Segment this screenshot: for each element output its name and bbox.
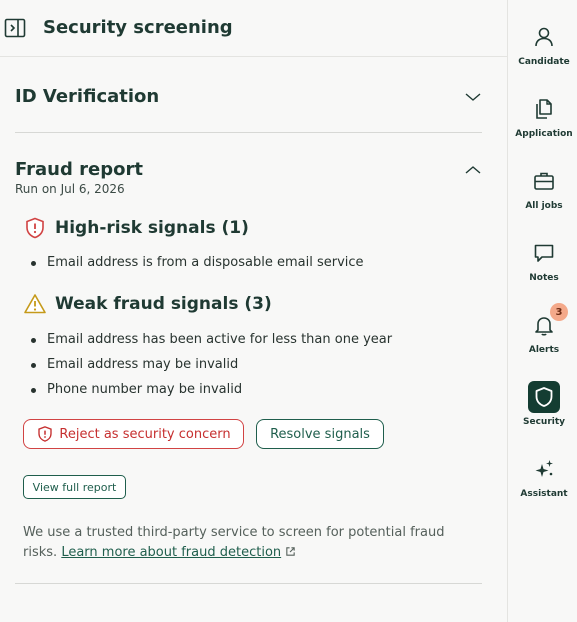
briefcase-icon xyxy=(528,165,560,197)
alerts-count-badge: 3 xyxy=(550,303,568,321)
weak-signals-title: Weak fraud signals (3) xyxy=(55,294,272,314)
rail-label: Assistant xyxy=(520,489,568,499)
main-panel: Security screening ID Verification Fraud… xyxy=(0,0,507,622)
fraud-report-toggle[interactable]: Fraud report xyxy=(15,159,482,180)
resolve-signals-button[interactable]: Resolve signals xyxy=(256,419,384,449)
weak-signal: Phone number may be invalid xyxy=(31,382,242,397)
weak-signal: Email address has been active for less t… xyxy=(31,332,392,347)
rail-item-security[interactable]: Security xyxy=(508,381,577,437)
chevron-down-icon xyxy=(465,93,481,101)
resolve-label: Resolve signals xyxy=(270,426,370,442)
external-link-icon xyxy=(286,547,295,556)
view-full-report-button[interactable]: View full report xyxy=(23,475,126,499)
info-text: We use a trusted third-party service to … xyxy=(23,523,463,563)
rail-label: Notes xyxy=(529,273,559,283)
shield-alert-icon xyxy=(26,217,44,239)
high-risk-title: High-risk signals (1) xyxy=(55,218,249,238)
rail-item-all-jobs[interactable]: All jobs xyxy=(508,165,577,221)
rail-item-application[interactable]: Application xyxy=(508,93,577,149)
sparkles-icon xyxy=(528,453,560,485)
section-divider xyxy=(15,583,482,584)
collapse-panel-icon[interactable] xyxy=(4,17,26,39)
reject-label: Reject as security concern xyxy=(59,426,231,442)
rail-item-assistant[interactable]: Assistant xyxy=(508,453,577,509)
view-label: View full report xyxy=(32,480,117,494)
warning-triangle-icon xyxy=(24,294,46,314)
shield-icon xyxy=(528,381,560,413)
documents-icon xyxy=(528,93,560,125)
header-bar: Security screening xyxy=(0,0,507,57)
rail-label: Application xyxy=(515,129,573,139)
reject-security-concern-button[interactable]: Reject as security concern xyxy=(23,419,244,449)
rail-item-notes[interactable]: Notes xyxy=(508,237,577,293)
fraud-report-title: Fraud report xyxy=(15,159,143,180)
high-risk-header: High-risk signals (1) xyxy=(23,216,249,240)
weak-signal: Email address may be invalid xyxy=(31,357,238,372)
chevron-up-icon xyxy=(465,166,481,174)
rail-label: All jobs xyxy=(525,201,563,211)
run-date: Run on Jul 6, 2026 xyxy=(15,182,125,196)
high-risk-signal: Email address is from a disposable email… xyxy=(31,255,364,270)
shield-alert-icon xyxy=(38,426,53,442)
learn-more-link[interactable]: Learn more about fraud detection xyxy=(61,545,281,560)
rail-item-candidate[interactable]: Candidate xyxy=(508,21,577,77)
section-divider xyxy=(15,132,482,133)
rail-item-alerts[interactable]: 3 Alerts xyxy=(508,303,577,365)
id-verification-title: ID Verification xyxy=(15,86,160,107)
rail-label: Alerts xyxy=(528,345,560,355)
weak-signals-header: Weak fraud signals (3) xyxy=(23,292,272,316)
right-nav-rail: Candidate Application All jobs Notes 3 A… xyxy=(507,0,577,622)
page-title: Security screening xyxy=(43,17,233,38)
rail-label: Security xyxy=(522,417,566,427)
rail-label: Candidate xyxy=(518,57,570,67)
id-verification-toggle[interactable]: ID Verification xyxy=(15,86,482,107)
person-icon xyxy=(528,21,560,53)
speech-bubble-icon xyxy=(528,237,560,269)
